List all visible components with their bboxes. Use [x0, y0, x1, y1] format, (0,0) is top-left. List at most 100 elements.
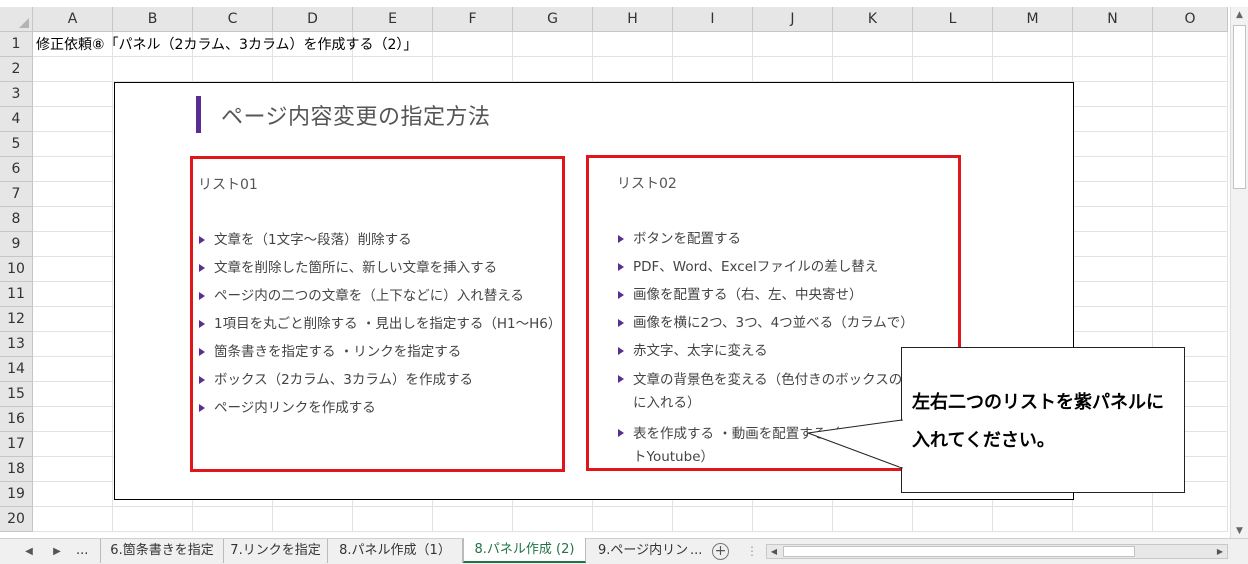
list01-panel: リスト01 文章を（1文字～段落）削除する 文章を削除した箇所に、新しい文章を挿… — [190, 156, 565, 472]
gridline — [33, 56, 1228, 57]
sheet-tab[interactable]: 6.箇条書きを指定 — [100, 539, 224, 563]
row-headers: 1 2 3 4 5 6 7 8 9 10 11 12 13 14 15 16 17 18 19 20 — [0, 32, 33, 532]
select-all-corner[interactable] — [0, 7, 33, 32]
horizontal-scrollbar[interactable]: ◀ ▶ — [766, 544, 1228, 559]
gridline — [33, 531, 1228, 532]
triangle-bullet-icon — [618, 291, 624, 299]
sheet-tab[interactable]: 7.リンクを指定 — [224, 539, 328, 563]
column-header[interactable]: K — [833, 7, 913, 32]
triangle-bullet-icon — [618, 347, 624, 355]
column-header[interactable]: C — [193, 7, 273, 32]
column-header[interactable]: A — [33, 7, 113, 32]
row-header[interactable]: 19 — [0, 482, 33, 507]
cell-a1-text[interactable]: 修正依頼⑧「パネル（2カラム、3カラム）を作成する（2）」 — [36, 35, 417, 55]
plus-circle-icon[interactable]: + — [712, 543, 729, 560]
triangle-bullet-icon — [199, 320, 205, 328]
list02-title: リスト02 — [617, 176, 677, 192]
sheet-tab-active[interactable]: 8.パネル作成 (2) — [463, 538, 586, 563]
sheet-tab[interactable]: 8.パネル作成（1） — [328, 539, 463, 563]
row-header[interactable]: 8 — [0, 207, 33, 232]
column-header[interactable]: E — [353, 7, 433, 32]
column-header[interactable]: B — [113, 7, 193, 32]
triangle-bullet-icon — [618, 429, 624, 437]
gridline — [1227, 32, 1228, 532]
list-item: 赤文字、太字に変える — [618, 341, 923, 361]
column-header[interactable]: J — [753, 7, 833, 32]
chevron-left-icon[interactable]: ◀ — [767, 545, 781, 558]
column-header[interactable]: M — [993, 7, 1073, 32]
row-header[interactable]: 9 — [0, 232, 33, 257]
row-header[interactable]: 20 — [0, 507, 33, 532]
row-header[interactable]: 7 — [0, 182, 33, 207]
list-item: PDF、Word、Excelファイルの差し替え — [618, 257, 923, 277]
column-header[interactable]: I — [673, 7, 753, 32]
triangle-bullet-icon — [199, 404, 205, 412]
row-header[interactable]: 1 — [0, 32, 33, 57]
list-item: ページ内の二つの文章を（上下などに）入れ替える — [199, 286, 561, 306]
gridline — [112, 32, 113, 532]
gridline — [33, 506, 1228, 507]
sheet-tab-bar: ◀ ▶ ... 6.箇条書きを指定 7.リンクを指定 8.パネル作成（1） 8.… — [0, 538, 1248, 564]
list-item: 画像を配置する（右、左、中央寄せ） — [618, 285, 923, 305]
column-header[interactable]: H — [593, 7, 673, 32]
column-header[interactable]: D — [273, 7, 353, 32]
sheet-tab[interactable]: 9.ページ内リン — [586, 539, 690, 563]
list-item: 箇条書きを指定する ・リンクを指定する — [199, 342, 561, 362]
list-item: 画像を横に2つ、3つ、4つ並べる（カラムで） — [618, 313, 923, 333]
comment-callout[interactable]: 左右二つのリストを紫パネルに入れてください。 — [901, 347, 1185, 493]
vertical-scroll-thumb[interactable] — [1233, 25, 1246, 189]
row-header[interactable]: 10 — [0, 257, 33, 282]
row-header[interactable]: 14 — [0, 357, 33, 382]
title-accent-bar — [196, 96, 201, 133]
list-item: ページ内リンクを作成する — [199, 398, 561, 418]
column-header[interactable]: F — [433, 7, 513, 32]
triangle-bullet-icon — [618, 263, 624, 271]
triangle-bullet-icon — [199, 292, 205, 300]
row-header[interactable]: 16 — [0, 407, 33, 432]
triangle-bullet-icon — [618, 375, 624, 383]
row-header[interactable]: 13 — [0, 332, 33, 357]
row-header[interactable]: 3 — [0, 82, 33, 107]
triangle-bullet-icon — [199, 236, 205, 244]
row-header[interactable]: 4 — [0, 107, 33, 132]
list-item: 文章を（1文字～段落）削除する — [199, 230, 561, 250]
chevron-down-icon[interactable]: ▼ — [1231, 523, 1248, 539]
list-item: 文章を削除した箇所に、新しい文章を挿入する — [199, 258, 561, 278]
vertical-scrollbar[interactable]: ▲ ▼ — [1230, 7, 1248, 539]
row-header[interactable]: 18 — [0, 457, 33, 482]
row-header[interactable]: 5 — [0, 132, 33, 157]
splitter-handle[interactable]: ⋮ — [746, 543, 758, 559]
callout-pointer — [807, 419, 903, 469]
more-tabs-right[interactable]: ... — [690, 541, 702, 561]
more-tabs-left[interactable]: ... — [76, 541, 88, 561]
column-header[interactable]: G — [513, 7, 593, 32]
triangle-bullet-icon — [618, 235, 624, 243]
list-item: ボックス（2カラム、3カラム）を作成する — [199, 370, 561, 390]
list01-items: 文章を（1文字～段落）削除する 文章を削除した箇所に、新しい文章を挿入する ペー… — [199, 230, 561, 426]
horizontal-scroll-thumb[interactable] — [783, 546, 1135, 557]
triangle-bullet-icon — [199, 376, 205, 384]
triangle-bullet-icon — [618, 319, 624, 327]
spreadsheet: ABCDEFGHIJKLMNO 1 2 3 4 5 6 7 8 9 10 11 12 13 14 15 16 1… — [0, 0, 1248, 564]
list-item: 文章の背景色を変える（色付きのボックスの中に入れる） — [618, 369, 923, 415]
list01-title: リスト01 — [198, 177, 258, 193]
column-header[interactable]: N — [1073, 7, 1153, 32]
select-all-icon — [19, 18, 29, 28]
list-item: ボタンを配置する — [618, 229, 923, 249]
list-item: 1項目を丸ごと削除する ・見出しを指定する（H1～H6） — [199, 314, 561, 334]
triangle-left-icon[interactable]: ◀ — [20, 542, 38, 562]
column-headers: ABCDEFGHIJKLMNO — [33, 7, 1228, 32]
row-header[interactable]: 11 — [0, 282, 33, 307]
triangle-right-icon[interactable]: ▶ — [48, 542, 66, 562]
triangle-bullet-icon — [199, 348, 205, 356]
row-header[interactable]: 12 — [0, 307, 33, 332]
row-header[interactable]: 15 — [0, 382, 33, 407]
row-header[interactable]: 2 — [0, 57, 33, 82]
row-header[interactable]: 17 — [0, 432, 33, 457]
column-header[interactable]: O — [1153, 7, 1228, 32]
chevron-right-icon[interactable]: ▶ — [1213, 545, 1227, 558]
chevron-up-icon[interactable]: ▲ — [1231, 7, 1248, 23]
column-header[interactable]: L — [913, 7, 993, 32]
row-header[interactable]: 6 — [0, 157, 33, 182]
slide-title: ページ内容変更の指定方法 — [221, 105, 491, 130]
